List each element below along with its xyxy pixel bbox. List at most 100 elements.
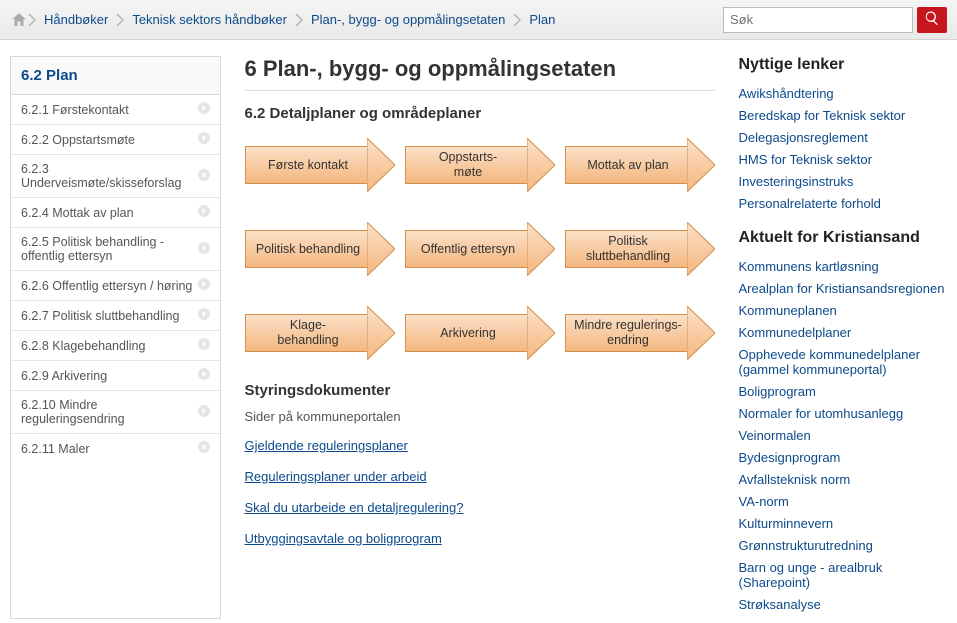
sidebar-item[interactable]: 6.2.1 Førstekontakt xyxy=(11,95,220,125)
right-sidebar: Nyttige lenker Awikshåndtering Beredskap … xyxy=(739,56,948,619)
process-step[interactable]: Politisk sluttbehandling xyxy=(565,222,715,276)
sidebar-item-label: 6.2.1 Førstekontakt xyxy=(21,103,129,117)
side-link[interactable]: Beredskap for Teknisk sektor xyxy=(739,108,948,123)
process-step[interactable]: Klage- behandling xyxy=(245,306,395,360)
arrow-right-icon xyxy=(687,222,715,276)
process-step-label: Mindre regulerings- endring xyxy=(565,314,691,352)
side-link[interactable]: Avfallsteknisk norm xyxy=(739,472,948,487)
side-link[interactable]: Kommunens kartløsning xyxy=(739,259,948,274)
side-link[interactable]: Veinormalen xyxy=(739,428,948,443)
page-title: 6 Plan-, bygg- og oppmålingsetaten xyxy=(245,56,715,91)
side-link[interactable]: Boligprogram xyxy=(739,384,948,399)
home-icon[interactable] xyxy=(10,11,28,29)
chevron-right-icon xyxy=(28,13,36,27)
process-step-label: Klage- behandling xyxy=(245,314,371,352)
search-form xyxy=(723,7,947,33)
side-link[interactable]: Bydesignprogram xyxy=(739,450,948,465)
breadcrumb-item[interactable]: Teknisk sektors håndbøker xyxy=(124,12,295,27)
process-step[interactable]: Mottak av plan xyxy=(565,138,715,192)
process-step[interactable]: Politisk behandling xyxy=(245,222,395,276)
arrow-right-icon xyxy=(367,138,395,192)
chevron-right-icon xyxy=(198,242,210,257)
sidebar-item-label: 6.2.8 Klagebehandling xyxy=(21,339,145,353)
chevron-right-icon xyxy=(198,278,210,293)
arrow-right-icon xyxy=(687,138,715,192)
document-link[interactable]: Utbyggingsavtale og boligprogram xyxy=(245,531,715,546)
arrow-right-icon xyxy=(527,222,555,276)
sidebar-item[interactable]: 6.2.9 Arkivering xyxy=(11,361,220,391)
arrow-right-icon xyxy=(687,306,715,360)
sidebar-item[interactable]: 6.2.7 Politisk sluttbehandling xyxy=(11,301,220,331)
chevron-right-icon xyxy=(116,13,124,27)
chevron-right-icon xyxy=(198,338,210,353)
chevron-right-icon xyxy=(295,13,303,27)
search-icon xyxy=(924,10,940,29)
right-heading-useful-links: Nyttige lenker xyxy=(739,56,948,74)
chevron-right-icon xyxy=(198,205,210,220)
document-link[interactable]: Skal du utarbeide en detaljregulering? xyxy=(245,500,715,515)
process-step[interactable]: Oppstarts- møte xyxy=(405,138,555,192)
side-link[interactable]: Opphevede kommunedelplaner (gammel kommu… xyxy=(739,347,948,377)
process-flow-diagram: Første kontakt Oppstarts- møte Mottak av p… xyxy=(245,138,715,360)
side-link[interactable]: Kulturminnevern xyxy=(739,516,948,531)
docs-heading: Styringsdokumenter xyxy=(245,382,715,399)
sidebar-item-label: 6.2.9 Arkivering xyxy=(21,369,107,383)
chevron-right-icon xyxy=(198,308,210,323)
sidebar-item[interactable]: 6.2.10 Mindre reguleringsendring xyxy=(11,391,220,434)
side-link[interactable]: Grønnstrukturutredning xyxy=(739,538,948,553)
sidebar-item-label: 6.2.6 Offentlig ettersyn / høring xyxy=(21,279,192,293)
breadcrumb-bar: Håndbøker Teknisk sektors håndbøker Plan… xyxy=(0,0,957,40)
main-content: 6 Plan-, bygg- og oppmålingsetaten 6.2 D… xyxy=(221,56,739,619)
side-link[interactable]: Investeringsinstruks xyxy=(739,174,948,189)
chevron-right-icon xyxy=(198,441,210,456)
sidebar-header: 6.2 Plan xyxy=(11,57,220,95)
sidebar-item[interactable]: 6.2.8 Klagebehandling xyxy=(11,331,220,361)
process-step-label: Oppstarts- møte xyxy=(405,146,531,184)
breadcrumb-item[interactable]: Håndbøker xyxy=(36,12,116,27)
sidebar-item[interactable]: 6.2.11 Maler xyxy=(11,434,220,463)
search-button[interactable] xyxy=(917,7,947,33)
process-step[interactable]: Arkivering xyxy=(405,306,555,360)
sidebar-item-label: 6.2.11 Maler xyxy=(21,442,90,456)
chevron-right-icon xyxy=(198,368,210,383)
process-step[interactable]: Første kontakt xyxy=(245,138,395,192)
side-link[interactable]: VA-norm xyxy=(739,494,948,509)
process-step-label: Politisk behandling xyxy=(245,230,371,268)
process-step-label: Offentlig ettersyn xyxy=(405,230,531,268)
arrow-right-icon xyxy=(527,306,555,360)
process-step-label: Arkivering xyxy=(405,314,531,352)
sidebar-item[interactable]: 6.2.3 Underveismøte/skisseforslag xyxy=(11,155,220,198)
side-link[interactable]: Delegasjonsreglement xyxy=(739,130,948,145)
right-heading-aktuelt: Aktuelt for Kristiansand xyxy=(739,229,948,247)
sidebar-item[interactable]: 6.2.6 Offentlig ettersyn / høring xyxy=(11,271,220,301)
side-link[interactable]: Normaler for utomhusanlegg xyxy=(739,406,948,421)
chevron-right-icon xyxy=(198,405,210,420)
side-link[interactable]: Kommuneplanen xyxy=(739,303,948,318)
sidebar-nav: 6.2 Plan 6.2.1 Førstekontakt 6.2.2 Oppsta… xyxy=(10,56,221,619)
sidebar-item-label: 6.2.5 Politisk behandling - offentlig et… xyxy=(21,235,198,263)
side-link[interactable]: Awikshåndtering xyxy=(739,86,948,101)
sidebar-item[interactable]: 6.2.2 Oppstartsmøte xyxy=(11,125,220,155)
arrow-right-icon xyxy=(367,306,395,360)
side-link[interactable]: Kommunedelplaner xyxy=(739,325,948,340)
sidebar-item[interactable]: 6.2.5 Politisk behandling - offentlig et… xyxy=(11,228,220,271)
document-link[interactable]: Gjeldende reguleringsplaner xyxy=(245,438,715,453)
side-link[interactable]: Strøksanalyse xyxy=(739,597,948,612)
process-step-label: Første kontakt xyxy=(245,146,371,184)
sidebar-item-label: 6.2.7 Politisk sluttbehandling xyxy=(21,309,179,323)
chevron-right-icon xyxy=(513,13,521,27)
document-link[interactable]: Reguleringsplaner under arbeid xyxy=(245,469,715,484)
process-step[interactable]: Mindre regulerings- endring xyxy=(565,306,715,360)
search-input[interactable] xyxy=(723,7,913,33)
process-step[interactable]: Offentlig ettersyn xyxy=(405,222,555,276)
chevron-right-icon xyxy=(198,102,210,117)
breadcrumb-item-current[interactable]: Plan xyxy=(521,12,563,27)
side-link[interactable]: Personalrelaterte forhold xyxy=(739,196,948,211)
arrow-right-icon xyxy=(527,138,555,192)
sidebar-item[interactable]: 6.2.4 Mottak av plan xyxy=(11,198,220,228)
side-link[interactable]: Barn og unge - arealbruk (Sharepoint) xyxy=(739,560,948,590)
sidebar-item-label: 6.2.2 Oppstartsmøte xyxy=(21,133,135,147)
side-link[interactable]: HMS for Teknisk sektor xyxy=(739,152,948,167)
side-link[interactable]: Arealplan for Kristiansandsregionen xyxy=(739,281,948,296)
breadcrumb-item[interactable]: Plan-, bygg- og oppmålingsetaten xyxy=(303,12,513,27)
